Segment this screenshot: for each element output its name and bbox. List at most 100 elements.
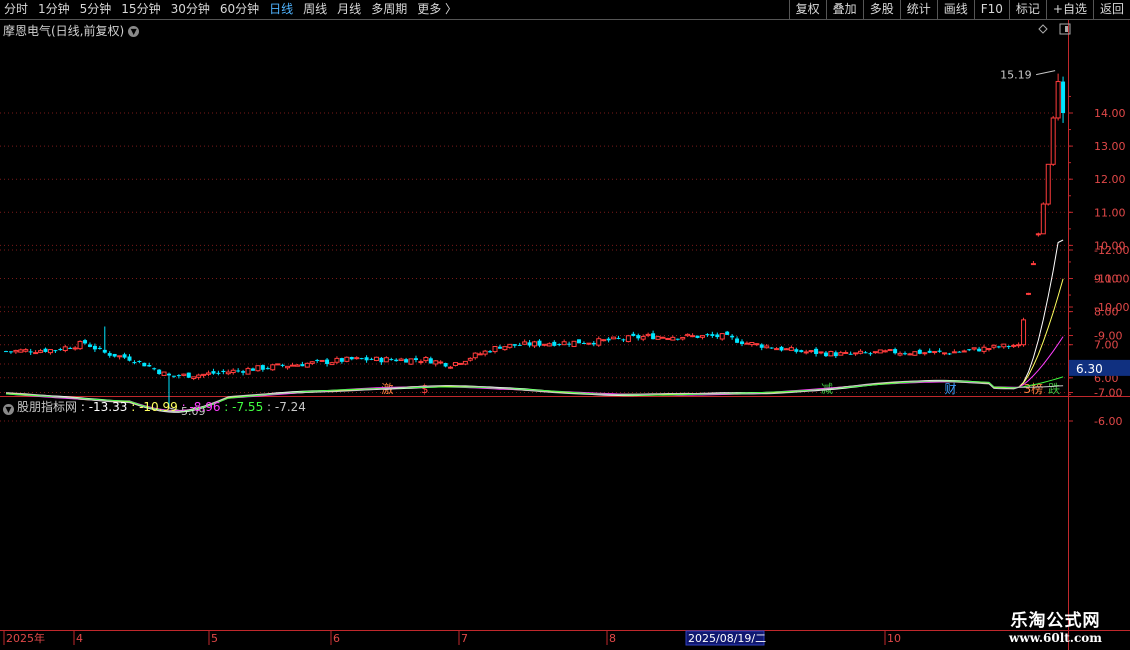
candle-body-down	[43, 348, 48, 352]
candle-body-down	[581, 343, 586, 345]
candle-body-down	[4, 351, 8, 353]
candle-body-down	[107, 353, 112, 356]
candle-body-down	[369, 358, 374, 360]
indicator-value-1: : -10.99	[127, 400, 178, 414]
event-marker-5: 跌	[1048, 381, 1060, 396]
indicator-value-3: : -7.55	[220, 400, 264, 414]
candle-body-up	[423, 357, 429, 362]
candle-body-down	[157, 369, 162, 375]
candle-body-up	[744, 342, 750, 345]
candle-body-down	[379, 357, 384, 363]
candle-body-up	[645, 333, 651, 337]
candle-body-up	[660, 336, 666, 339]
candle-body-up	[18, 349, 24, 353]
stock-title-bar[interactable]: 摩恩电气(日线,前复权) ▼	[3, 22, 140, 39]
candle-body-down	[675, 338, 680, 340]
price-tick-label: 11.00	[1094, 206, 1126, 219]
indicator-tick-label: -7.00	[1094, 387, 1122, 400]
diamond-icon	[1038, 24, 1048, 34]
candle-body-up	[309, 361, 315, 364]
candle-body-up	[887, 349, 893, 352]
candle-body-up	[206, 372, 212, 375]
candle-body-down	[651, 333, 656, 340]
candle-body-up	[334, 357, 340, 363]
candle-body-down	[315, 359, 320, 361]
candle-body-down	[359, 358, 364, 360]
candle-body-up	[1035, 233, 1041, 236]
candle-body-up	[1021, 319, 1027, 346]
x-axis-label: 10	[887, 632, 901, 645]
candle-body-up	[191, 376, 197, 379]
stock-title: 摩恩电气(日线,前复权)	[3, 24, 125, 38]
candle-body-up	[418, 361, 424, 364]
candle-body-down	[512, 344, 517, 346]
indicator-value-0: : -13.33	[80, 400, 128, 414]
candle-body-up	[912, 351, 918, 356]
candle-body-down	[28, 351, 33, 353]
candle-body-up	[433, 360, 439, 365]
candle-body-up	[33, 352, 39, 355]
candle-body-down	[769, 347, 774, 349]
candle-body-down	[53, 350, 58, 352]
candle-body-up	[38, 350, 44, 353]
candle-body-down	[823, 352, 828, 357]
candle-body-down	[280, 364, 285, 366]
candle-body-up	[117, 355, 123, 358]
price-tick-label: 13.00	[1094, 140, 1126, 153]
candle-body-down	[848, 353, 853, 355]
candle-body-up	[532, 341, 538, 347]
high-pointer	[1036, 70, 1056, 76]
candle-body-down	[779, 346, 784, 351]
candle-body-up	[72, 347, 78, 350]
candle-body-down	[488, 351, 493, 353]
candle-body-up	[1011, 344, 1017, 347]
candle-body-down	[567, 343, 572, 345]
indicator-name: 股朋指标网	[17, 400, 78, 414]
candle-body-up	[665, 338, 671, 341]
candle-body-up	[596, 338, 602, 346]
candle-body-down	[996, 346, 1001, 348]
candle-body-down	[186, 372, 191, 378]
candle-body-down	[1006, 346, 1011, 348]
candle-body-down	[735, 338, 740, 343]
candle-body-up	[344, 356, 350, 362]
candle-body-up	[329, 362, 335, 366]
candle-body-up	[754, 343, 760, 346]
candle-body-up	[882, 350, 888, 353]
candle-body-up	[961, 350, 967, 353]
candle-body-down	[152, 368, 157, 370]
event-marker-3: 财	[944, 382, 956, 396]
x-axis-label: 7	[461, 632, 468, 645]
candle-body-down	[814, 348, 819, 354]
candle-body-up	[1001, 343, 1007, 348]
candle-body-up	[62, 346, 68, 352]
candle-body-up	[942, 352, 948, 355]
candle-body-down	[893, 349, 898, 354]
candle-body-up	[586, 342, 592, 345]
candle-body-down	[142, 362, 147, 367]
stock-chart-window: 分时 1分钟 5分钟 15分钟 30分钟 60分钟 日线 周线 月线 多周期 更多 〉 复权 叠加 多股…	[0, 0, 1130, 650]
current-price-label: 6.30	[1076, 362, 1103, 376]
candle-body-down	[799, 350, 804, 353]
indicator-title-bar[interactable]: ▼ 股朋指标网 : -13.33 : -10.99 : -8.96 : -7.55…	[3, 398, 306, 415]
candle-body-up	[764, 345, 770, 349]
price-tick-label: 12.00	[1094, 173, 1126, 186]
candle-body-up	[625, 335, 631, 343]
candle-body-up	[477, 353, 483, 356]
candle-body-down	[364, 357, 369, 361]
candle-body-down	[527, 342, 532, 346]
candle-body-down	[1061, 81, 1066, 113]
candle-body-up	[354, 357, 360, 360]
candle-body-down	[260, 365, 265, 370]
chevron-down-icon[interactable]: ▼	[128, 26, 140, 37]
candle-body-down	[739, 341, 744, 344]
candle-body-down	[917, 349, 922, 354]
candle-body-down	[705, 334, 710, 336]
candle-body-up	[986, 348, 992, 351]
candle-body-up	[853, 352, 859, 355]
chart-canvas[interactable]: 14.0013.0012.0011.0010.009.008.007.006.0…	[0, 0, 1130, 650]
candle-body-up	[749, 341, 755, 346]
candle-body-down	[221, 370, 226, 373]
indicator-tick-label: -11.00	[1094, 273, 1129, 286]
chevron-down-icon[interactable]: ▼	[3, 404, 14, 415]
